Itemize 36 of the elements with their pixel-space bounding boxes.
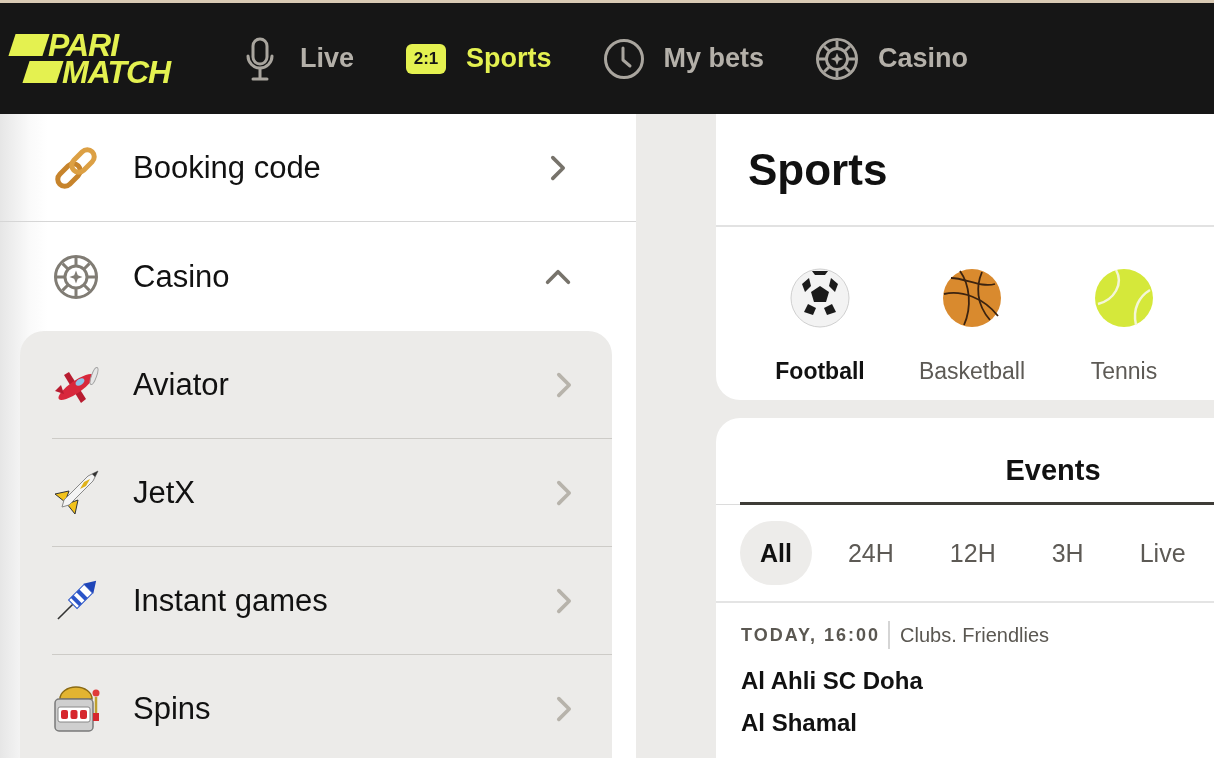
chevron-right-icon xyxy=(556,695,572,722)
nav-tab[interactable]: My bets xyxy=(603,28,765,89)
poker-chip-icon xyxy=(816,37,859,80)
score-badge: 2:1 xyxy=(406,43,447,74)
clock-icon xyxy=(603,38,644,79)
time-filter[interactable]: All xyxy=(740,521,812,585)
time-filter[interactable]: Live xyxy=(1119,521,1206,585)
time-filter[interactable]: 3H xyxy=(1031,521,1104,585)
menu-item[interactable]: Casino xyxy=(0,222,636,331)
nav-tab[interactable]: Casino xyxy=(816,28,969,89)
menu-item[interactable]: Booking code xyxy=(0,114,636,222)
time-filter[interactable]: 12H xyxy=(929,521,1016,585)
microphone-icon xyxy=(245,36,275,81)
page-title: Sports xyxy=(748,143,888,196)
league-name: Clubs. Friendlies xyxy=(900,623,1050,647)
sport-tab[interactable]: Football xyxy=(744,250,896,385)
poker-chip-icon xyxy=(52,252,100,301)
team-name: Al Ahli SC Doha xyxy=(741,666,924,696)
nav-tab[interactable]: Live xyxy=(245,28,355,89)
chevron-right-icon xyxy=(556,371,572,398)
menu-item[interactable]: Spins xyxy=(52,655,612,758)
events-tab[interactable]: Events xyxy=(740,419,1214,505)
chevron-right-icon xyxy=(556,587,572,614)
menu-item[interactable]: JetX xyxy=(52,439,612,547)
slot-machine-icon xyxy=(52,684,100,733)
nav-tab[interactable]: 2:1 Sports xyxy=(406,28,552,89)
chevron-right-icon xyxy=(550,154,566,181)
sport-tab[interactable]: Basketball xyxy=(896,250,1048,385)
team-name: Al Shamal xyxy=(741,708,859,738)
chevron-right-icon xyxy=(556,479,572,506)
time-filter[interactable]: 24H xyxy=(827,521,914,585)
menu-item[interactable]: Aviator xyxy=(52,331,612,439)
menu-item[interactable]: Instant games xyxy=(52,547,612,655)
sport-tab[interactable]: Tennis xyxy=(1048,250,1200,385)
jet-icon xyxy=(52,468,100,517)
event-time: TODAY, 16:00 xyxy=(741,624,881,646)
